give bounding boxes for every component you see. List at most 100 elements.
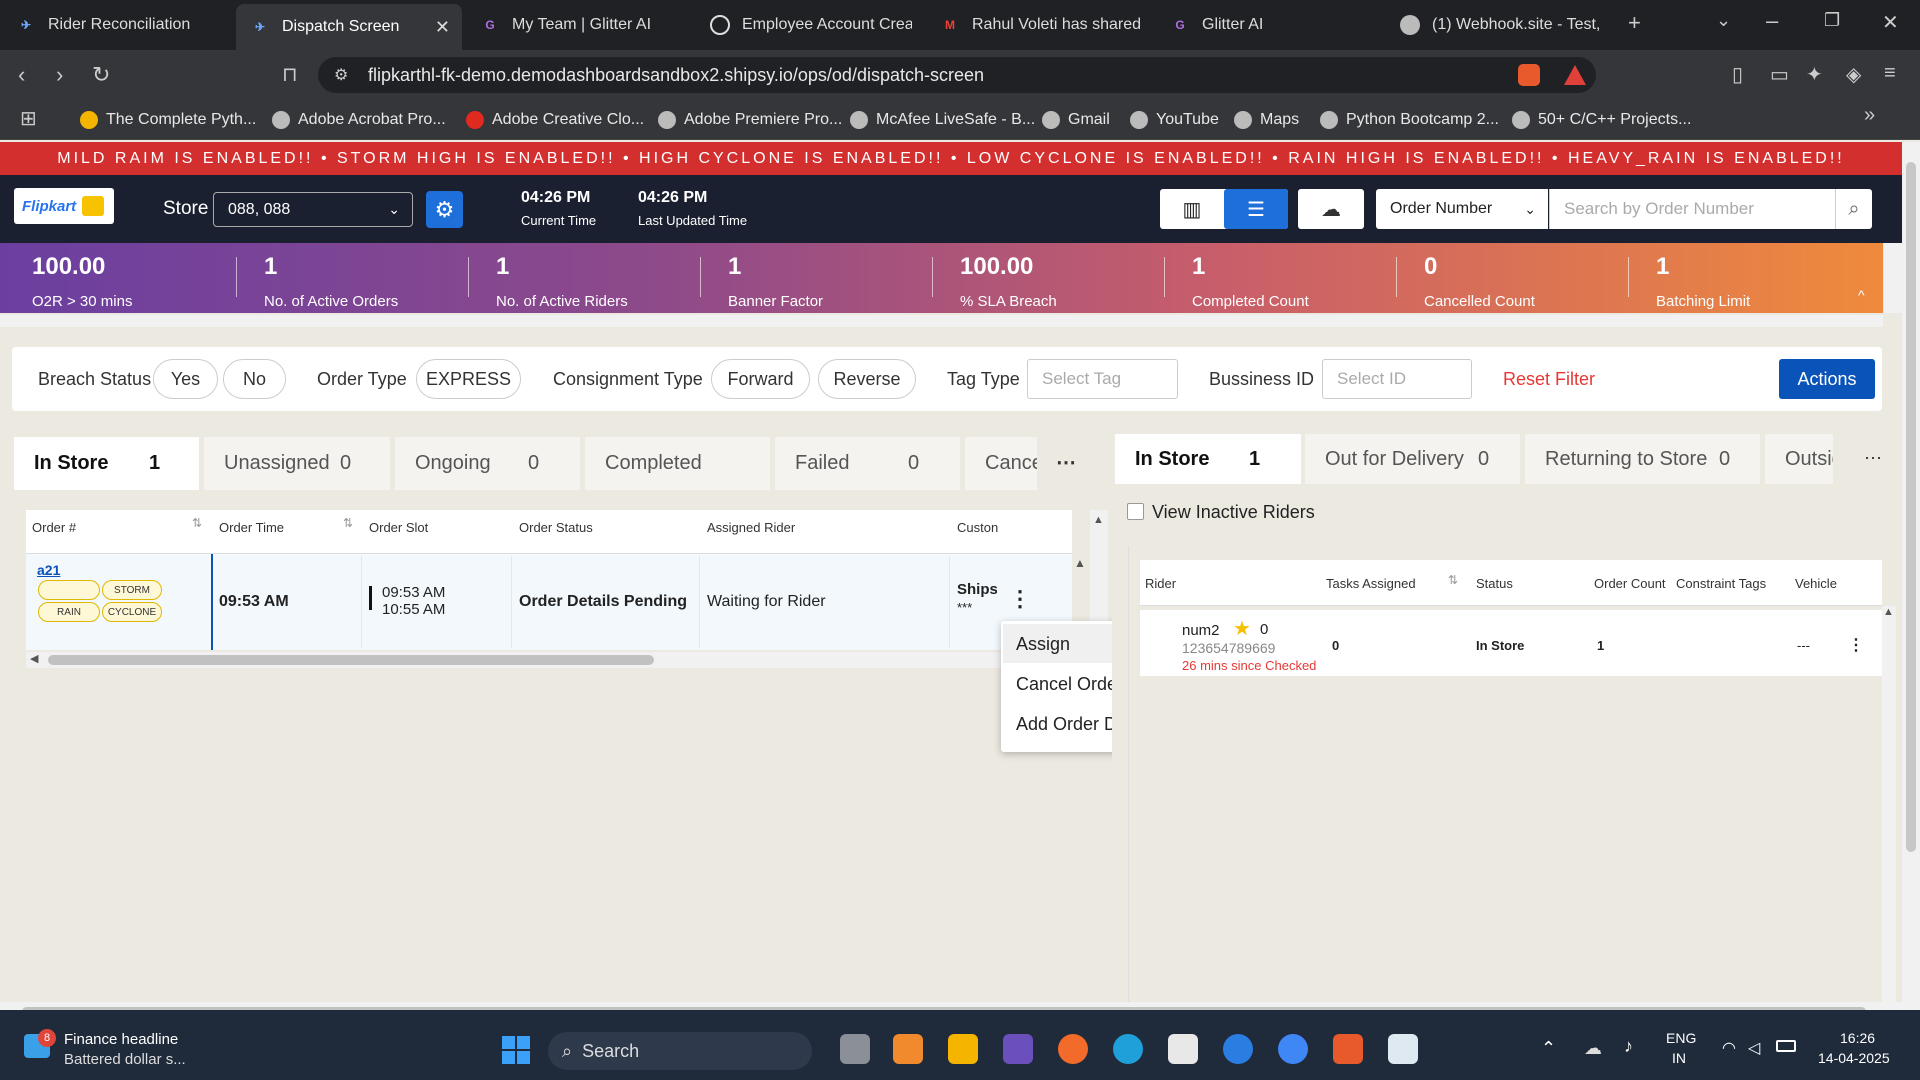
- scroll-left-icon[interactable]: ◀: [30, 652, 38, 665]
- page-scrollbar[interactable]: [1902, 142, 1920, 1010]
- edge-icon[interactable]: [1113, 1034, 1143, 1064]
- more-tabs-icon[interactable]: ⋯: [1056, 450, 1076, 475]
- onedrive-icon[interactable]: ☁: [1584, 1038, 1602, 1059]
- language-code[interactable]: ENG: [1666, 1030, 1696, 1046]
- clock-time[interactable]: 16:26: [1840, 1030, 1875, 1046]
- store-icon[interactable]: [1168, 1034, 1198, 1064]
- bookmark-item[interactable]: Adobe Creative Clo...: [466, 108, 644, 132]
- sort-icon[interactable]: ⇅: [192, 516, 202, 530]
- breach-yes-chip[interactable]: Yes: [153, 359, 218, 399]
- assign-menu-item[interactable]: Assign: [1016, 634, 1070, 655]
- row-actions-icon[interactable]: ⋮: [1009, 588, 1031, 610]
- bookmark-item[interactable]: Adobe Premiere Pro...: [658, 108, 842, 132]
- order-search-type-select[interactable]: Order Number ⌄: [1376, 189, 1548, 229]
- bookmark-item[interactable]: Maps: [1234, 108, 1299, 132]
- rider-tab-in-store[interactable]: In Store 1: [1115, 434, 1301, 484]
- tab-ongoing[interactable]: Ongoing 0: [395, 437, 580, 490]
- brave-rewards-icon[interactable]: [1564, 65, 1586, 85]
- copilot-icon[interactable]: [893, 1034, 923, 1064]
- rider-tab-returning[interactable]: Returning to Store 0: [1525, 434, 1760, 484]
- reload-icon[interactable]: ↻: [92, 62, 110, 88]
- bookmark-item[interactable]: Python Bootcamp 2...: [1320, 108, 1499, 132]
- address-bar[interactable]: ⚙ flipkarthl-fk-demo.demodashboardsandbo…: [318, 57, 1596, 93]
- wallet-icon[interactable]: ▭: [1770, 62, 1789, 87]
- language-region[interactable]: IN: [1672, 1050, 1686, 1066]
- tab-in-store[interactable]: In Store 1: [14, 437, 199, 490]
- battery-icon[interactable]: [1776, 1040, 1796, 1052]
- more-bookmarks-icon[interactable]: »: [1864, 104, 1875, 127]
- order-search-input[interactable]: Search by Order Number: [1549, 189, 1835, 229]
- rider-tab-outside[interactable]: Outsid: [1765, 434, 1833, 484]
- close-tab-icon[interactable]: ✕: [435, 17, 450, 38]
- windows-start-icon[interactable]: [502, 1036, 530, 1064]
- tab-completed[interactable]: Completed: [585, 437, 770, 490]
- bookmark-item[interactable]: YouTube: [1130, 108, 1219, 132]
- tab-unassigned[interactable]: Unassigned 0: [204, 437, 390, 490]
- clock-date[interactable]: 14-04-2025: [1818, 1050, 1890, 1066]
- more-rider-tabs-icon[interactable]: ⋯: [1864, 448, 1882, 469]
- brave-shield-icon[interactable]: [1518, 64, 1540, 86]
- col-tasks-assigned[interactable]: Tasks Assigned: [1326, 576, 1416, 591]
- scroll-up-icon[interactable]: ▲: [1074, 556, 1086, 570]
- tab-list-icon[interactable]: ⌄: [1716, 10, 1731, 31]
- cancel-order-menu-item[interactable]: Cancel Order: [1016, 674, 1123, 695]
- rider-actions-icon[interactable]: ⋮: [1848, 635, 1864, 655]
- menu-icon[interactable]: ≡: [1884, 62, 1896, 85]
- collapse-stats-icon[interactable]: ^: [1858, 287, 1865, 303]
- col-order-number[interactable]: Order #: [32, 520, 76, 535]
- tag-type-select[interactable]: Select Tag: [1027, 359, 1178, 399]
- orders-horizontal-scrollbar[interactable]: ◀: [26, 652, 1072, 668]
- bookmark-icon[interactable]: ⊓: [282, 62, 298, 87]
- tab-failed[interactable]: Failed 0: [775, 437, 960, 490]
- breach-no-chip[interactable]: No: [223, 359, 286, 399]
- consignment-reverse-chip[interactable]: Reverse: [818, 359, 916, 399]
- reset-filter-link[interactable]: Reset Filter: [1503, 369, 1595, 390]
- site-info-icon[interactable]: ⚙: [334, 65, 348, 85]
- wifi-icon[interactable]: ◠: [1722, 1038, 1736, 1058]
- flipkart-logo[interactable]: Flipkart: [14, 188, 114, 224]
- notepad-icon[interactable]: [1388, 1034, 1418, 1064]
- store-select[interactable]: 088, 088 ⌄: [213, 192, 413, 227]
- weather-button[interactable]: ☁: [1298, 189, 1364, 229]
- new-tab-icon[interactable]: +: [1628, 10, 1641, 36]
- order-id-link[interactable]: a21: [37, 562, 60, 578]
- tab-rider-reconciliation[interactable]: ✈ Rider Reconciliation: [2, 8, 232, 42]
- tray-overflow-icon[interactable]: ⌃: [1541, 1038, 1556, 1059]
- bookmark-item[interactable]: McAfee LiveSafe - B...: [850, 108, 1035, 132]
- sync-icon[interactable]: [1278, 1034, 1308, 1064]
- file-explorer-icon[interactable]: [948, 1034, 978, 1064]
- apps-icon[interactable]: ⊞: [20, 106, 37, 131]
- microphone-icon[interactable]: ♪: [1624, 1036, 1633, 1057]
- chat-icon[interactable]: [1223, 1034, 1253, 1064]
- task-view-icon[interactable]: [840, 1034, 870, 1064]
- forward-icon[interactable]: ›: [56, 62, 63, 88]
- volume-icon[interactable]: ◁: [1748, 1038, 1760, 1058]
- tab-glitter-team[interactable]: G My Team | Glitter AI: [466, 8, 692, 42]
- news-subtitle[interactable]: Battered dollar s...: [64, 1051, 186, 1068]
- taskbar-search[interactable]: ⌕ Search: [548, 1032, 812, 1070]
- sort-icon[interactable]: ⇅: [343, 516, 353, 530]
- stats-horizontal-scrollbar[interactable]: [0, 315, 1883, 327]
- actions-button[interactable]: Actions: [1779, 359, 1875, 399]
- rider-tab-out-for-delivery[interactable]: Out for Delivery 0: [1305, 434, 1520, 484]
- leo-icon[interactable]: ✦: [1806, 62, 1823, 87]
- vpn-icon[interactable]: ◈: [1846, 62, 1861, 87]
- tab-dispatch-screen[interactable]: ✈ Dispatch Screen ✕: [236, 4, 462, 50]
- scroll-up-icon[interactable]: ▲: [1093, 514, 1104, 526]
- news-title[interactable]: Finance headline: [64, 1031, 178, 1048]
- scroll-thumb[interactable]: [48, 655, 654, 665]
- consignment-forward-chip[interactable]: Forward: [711, 359, 810, 399]
- close-window-icon[interactable]: ✕: [1882, 10, 1899, 35]
- maximize-icon[interactable]: ❐: [1824, 10, 1840, 31]
- list-view-button[interactable]: ☰: [1224, 189, 1288, 229]
- bookmark-item[interactable]: Adobe Acrobat Pro...: [272, 108, 446, 132]
- tab-glitter-ai[interactable]: G Glitter AI: [1156, 8, 1382, 42]
- page-scrollbar-thumb[interactable]: [1906, 162, 1916, 852]
- glitter-app-icon[interactable]: [1003, 1034, 1033, 1064]
- bookmark-item[interactable]: The Complete Pyth...: [80, 108, 256, 132]
- minimize-icon[interactable]: –: [1766, 8, 1778, 34]
- tab-cancelled[interactable]: Cance: [965, 437, 1037, 490]
- tab-gmail-shared[interactable]: M Rahul Voleti has shared a: [926, 8, 1152, 42]
- riders-vertical-scrollbar[interactable]: ▲: [1882, 606, 1896, 1002]
- store-settings-button[interactable]: ⚙: [426, 191, 463, 228]
